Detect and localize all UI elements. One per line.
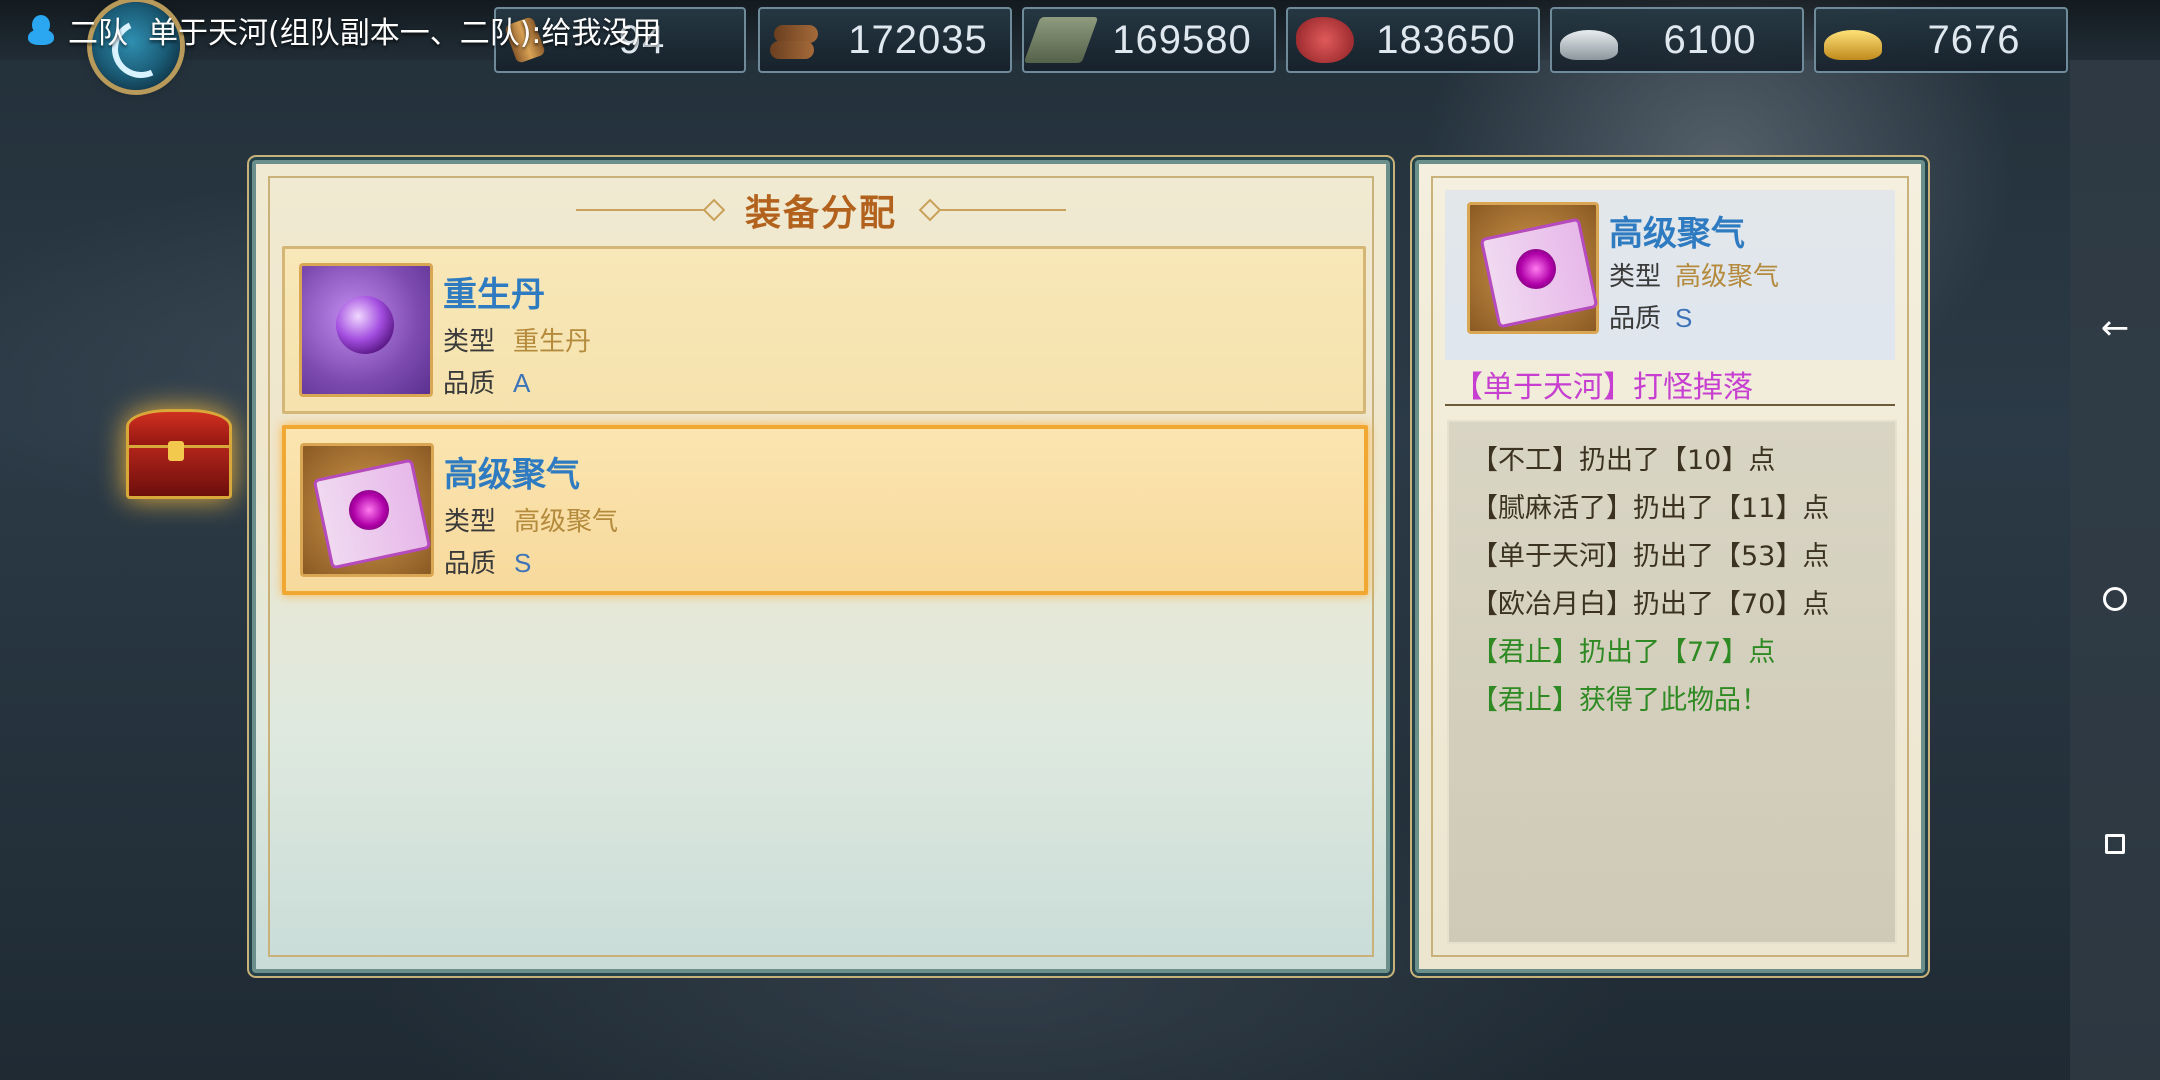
divider	[1445, 404, 1895, 406]
stone-icon	[1023, 17, 1099, 63]
item-quality-row: 品质 S	[444, 543, 531, 580]
nav-back-button[interactable]: ←	[2070, 293, 2160, 363]
pill-icon	[299, 263, 433, 397]
resource-gold[interactable]: 7676	[1814, 7, 2068, 73]
quality-label: 品质	[444, 549, 497, 579]
roll-log-line: 【不工】扔出了【10】点	[1471, 445, 1776, 476]
resource-wood[interactable]: 172035	[758, 7, 1012, 73]
resource-value: 7676	[1927, 17, 2021, 62]
chat-broadcast: 二队 单于天河(组队副本一、二队):给我没用	[28, 10, 662, 51]
roll-log-winner: 【君止】获得了此物品！	[1471, 685, 1768, 716]
scroll-item-icon	[1467, 202, 1599, 334]
item-card-rebirth-pill[interactable]: 重生丹 类型 重生丹 品质 A	[282, 246, 1366, 414]
quality-value: S	[1675, 303, 1693, 333]
item-quality-row: 品质 A	[443, 363, 530, 400]
equipment-allocation-panel: 装备分配 重生丹 类型 重生丹 品质 A 高级聚气 类型 高级聚气 品质 S	[252, 160, 1390, 973]
nav-recent-apps-button[interactable]	[2070, 808, 2160, 878]
resource-silver[interactable]: 6100	[1550, 7, 1804, 73]
panel-title: 装备分配	[744, 193, 897, 234]
item-name: 重生丹	[443, 275, 545, 315]
type-label: 类型	[443, 327, 496, 357]
type-value: 高级聚气	[514, 507, 619, 537]
item-detail-panel: 高级聚气 类型 高级聚气 品质 S 【单于天河】打怪掉落 【不工】扔出了【10】点 …	[1415, 160, 1925, 973]
resource-stone[interactable]: 169580	[1022, 7, 1276, 73]
type-value: 高级聚气	[1675, 262, 1780, 292]
roll-log-line: 【腻麻活了】扔出了【11】点	[1471, 493, 1830, 524]
item-name: 高级聚气	[444, 455, 580, 495]
system-nav-bar: ←	[2070, 60, 2160, 1080]
roll-log-line: 【欧冶月白】扔出了【70】点	[1471, 589, 1830, 620]
item-type-row: 类型 高级聚气	[444, 501, 618, 538]
quality-value: A	[513, 368, 531, 398]
quality-label: 品质	[1609, 304, 1662, 334]
resource-value: 183650	[1376, 17, 1516, 62]
roll-log: 【不工】扔出了【10】点 【腻麻活了】扔出了【11】点 【单于天河】扔出了【53…	[1447, 420, 1897, 944]
recent-square-icon	[2105, 833, 2125, 854]
meat-icon	[1296, 17, 1354, 63]
resource-meat[interactable]: 183650	[1286, 7, 1540, 73]
resource-value: 169580	[1112, 17, 1252, 62]
drop-source: 【单于天河】打怪掉落	[1453, 370, 1753, 405]
detail-quality-row: 品质 S	[1609, 298, 1692, 335]
detail-type-row: 类型 高级聚气	[1609, 256, 1779, 293]
gold-ingot-icon	[1824, 30, 1882, 60]
type-value: 重生丹	[513, 327, 592, 357]
treasure-chest-button[interactable]	[120, 405, 232, 499]
scroll-item-icon	[300, 443, 434, 577]
silver-ingot-icon	[1560, 30, 1618, 60]
item-card-advanced-qi[interactable]: 高级聚气 类型 高级聚气 品质 S	[282, 425, 1368, 595]
home-circle-icon	[2103, 586, 2127, 611]
roll-log-line: 【君止】扔出了【77】点	[1471, 637, 1776, 668]
type-label: 类型	[1609, 262, 1662, 292]
quality-label: 品质	[443, 369, 496, 399]
resource-value: 6100	[1663, 17, 1757, 62]
chat-team-label: 二队	[68, 16, 128, 51]
chest-lock-icon	[168, 441, 184, 461]
qq-penguin-icon	[28, 15, 54, 45]
item-type-row: 类型 重生丹	[443, 321, 591, 358]
roll-log-line: 【单于天河】扔出了【53】点	[1471, 541, 1830, 572]
chat-message: 单于天河(组队副本一、二队):给我没用	[148, 16, 662, 51]
wood-icon	[768, 17, 826, 63]
quality-value: S	[514, 548, 532, 578]
nav-home-button[interactable]	[2070, 563, 2160, 633]
type-label: 类型	[444, 507, 497, 537]
resource-value: 172035	[848, 17, 988, 62]
detail-item-name: 高级聚气	[1609, 214, 1745, 254]
